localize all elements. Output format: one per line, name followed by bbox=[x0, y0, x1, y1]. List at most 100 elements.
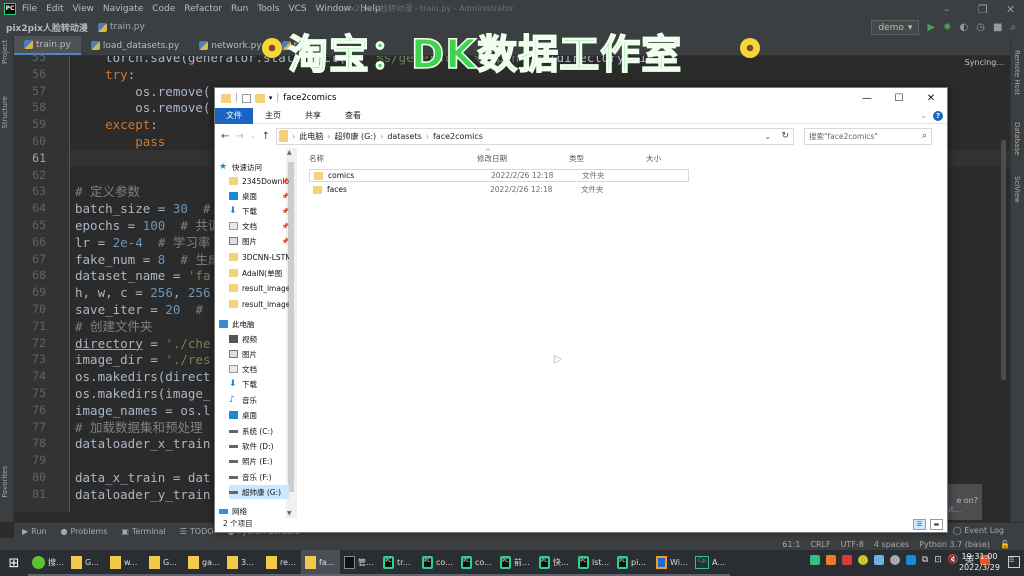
tool-tab-run[interactable]: ▶ Run bbox=[22, 527, 47, 536]
ribbon-tab-file[interactable]: 文件 bbox=[215, 107, 253, 124]
file-row[interactable]: faces 2022/2/26 12:18 文件夹 bbox=[309, 183, 689, 196]
scroll-up-icon[interactable]: ▲ bbox=[287, 149, 292, 156]
volume-muted-icon[interactable]: 🔇 bbox=[948, 555, 959, 565]
new-folder-icon[interactable] bbox=[254, 93, 265, 103]
nav-item[interactable]: 3DCNN-LSTM bbox=[229, 250, 289, 264]
menu-run[interactable]: Run bbox=[231, 4, 248, 14]
column-header-size[interactable]: 大小 bbox=[646, 153, 661, 164]
tray-window-icon[interactable]: ⧉ bbox=[922, 555, 928, 565]
close-icon[interactable]: ✕ bbox=[1006, 3, 1015, 16]
nav-item[interactable]: 2345Downloads📌 bbox=[229, 174, 289, 188]
recent-locations-icon[interactable]: ⌄ bbox=[250, 132, 256, 140]
taskbar-item[interactable]: G... bbox=[145, 550, 184, 576]
windows-start-icon[interactable]: ⊞ bbox=[0, 550, 28, 576]
back-arrow-icon[interactable]: ← bbox=[221, 131, 229, 142]
taskbar-item[interactable]: 管... bbox=[340, 550, 379, 576]
ribbon-tab-view[interactable]: 查看 bbox=[333, 108, 373, 124]
chevron-down-icon[interactable]: ⌄ bbox=[764, 132, 771, 141]
tray-app-icon[interactable] bbox=[873, 554, 884, 565]
remote-host-tool-tab[interactable]: Remote Host bbox=[1013, 50, 1021, 95]
address-bar[interactable]: › 此电脑 › 超帅康 (G:) › datasets › face2comic… bbox=[276, 127, 795, 145]
caret-position[interactable]: 61:1 bbox=[782, 540, 800, 549]
taskbar-clock[interactable]: 19:31:00 2022/3/29 bbox=[959, 551, 1000, 573]
tray-app-icon[interactable] bbox=[841, 554, 852, 565]
taskbar-item[interactable]: Wi... bbox=[652, 550, 691, 576]
project-tool-tab[interactable]: Project bbox=[1, 40, 9, 64]
details-view-icon[interactable]: ☰ bbox=[913, 519, 926, 530]
nav-item[interactable]: result_images bbox=[229, 281, 289, 295]
column-header-date[interactable]: 修改日期 bbox=[477, 153, 507, 164]
taskbar-item[interactable]: PC pi... bbox=[613, 550, 652, 576]
taskbar-item[interactable]: 3... bbox=[223, 550, 262, 576]
nav-item[interactable]: 此电脑 bbox=[219, 317, 289, 331]
address-segment[interactable]: face2comics bbox=[433, 132, 483, 141]
run-icon[interactable]: ▶ bbox=[927, 22, 935, 33]
minimize-icon[interactable]: – bbox=[944, 3, 950, 16]
nav-item[interactable]: 超帅康 (G:) bbox=[229, 485, 289, 499]
stop-icon[interactable]: ■ bbox=[993, 22, 1002, 33]
lock-icon[interactable]: 🔓 bbox=[1000, 540, 1010, 549]
nav-item[interactable]: 桌面 📌 bbox=[229, 189, 289, 203]
profile-icon[interactable]: ◷ bbox=[976, 22, 985, 33]
taskbar-item[interactable]: PC co... bbox=[418, 550, 457, 576]
tool-tab-problems[interactable]: ● Problems bbox=[61, 527, 108, 536]
taskbar-item[interactable]: Cp A... bbox=[691, 550, 730, 576]
ribbon-tab-share[interactable]: 共享 bbox=[293, 108, 333, 124]
run-config-select[interactable]: demo ▾ bbox=[871, 20, 920, 35]
ribbon-tab-home[interactable]: 主页 bbox=[253, 108, 293, 124]
editor-scrollbar[interactable] bbox=[1001, 140, 1006, 380]
nav-item[interactable]: 桌面 bbox=[229, 408, 289, 422]
tab-network-py[interactable]: network.py bbox=[189, 36, 271, 55]
nav-item[interactable]: ★ 快速访问 bbox=[219, 160, 289, 174]
nav-item[interactable]: ⬇ 下载 bbox=[229, 377, 289, 391]
quick-access-dropdown-icon[interactable]: ▾ bbox=[269, 94, 273, 102]
address-segment[interactable]: 超帅康 (G:) bbox=[334, 131, 376, 142]
help-icon[interactable]: ? bbox=[933, 111, 943, 121]
sciview-tool-tab[interactable]: SciView bbox=[1013, 176, 1021, 203]
tray-app-icon[interactable] bbox=[809, 554, 820, 565]
menu-edit[interactable]: Edit bbox=[46, 4, 63, 14]
explorer-close-icon[interactable]: ✕ bbox=[915, 88, 947, 108]
taskbar-item[interactable]: PC tr... bbox=[379, 550, 418, 576]
nav-item[interactable]: ♪ 音乐 bbox=[229, 393, 289, 407]
explorer-maximize-icon[interactable]: ☐ bbox=[883, 88, 915, 108]
indent-setting[interactable]: 4 spaces bbox=[874, 540, 909, 549]
favorites-tool-tab[interactable]: Favorites bbox=[1, 466, 9, 498]
menu-navigate[interactable]: Navigate bbox=[103, 4, 143, 14]
taskbar-item[interactable]: re... bbox=[262, 550, 301, 576]
tool-tab-todo[interactable]: ☰ TODO bbox=[180, 527, 214, 536]
action-center-icon[interactable]: ☰ bbox=[1008, 556, 1020, 568]
up-arrow-icon[interactable]: ↑ bbox=[262, 131, 270, 142]
debug-icon[interactable]: ✹ bbox=[943, 22, 951, 33]
file-encoding[interactable]: UTF-8 bbox=[841, 540, 864, 549]
large-icons-view-icon[interactable]: ▬ bbox=[930, 519, 943, 530]
explorer-minimize-icon[interactable]: — bbox=[851, 88, 883, 108]
ribbon-expand-icon[interactable]: ⌄ bbox=[920, 111, 927, 120]
column-header-name[interactable]: 名称 bbox=[309, 153, 324, 164]
nav-item[interactable]: result_images bbox=[229, 297, 289, 311]
search-icon[interactable]: ⌕ bbox=[1010, 22, 1016, 33]
taskbar-item[interactable]: PC 快... bbox=[535, 550, 574, 576]
nav-item[interactable]: 音乐 (F:) bbox=[229, 470, 289, 484]
taskbar-item[interactable]: 搜... bbox=[28, 550, 67, 576]
taskbar-item[interactable]: fa... bbox=[301, 550, 340, 576]
nav-item[interactable]: 图片 bbox=[229, 347, 289, 361]
tab-load-datasets-py[interactable]: load_datasets.py bbox=[81, 36, 189, 55]
event-log-button[interactable]: ◯ Event Log bbox=[953, 526, 1004, 535]
menu-tools[interactable]: Tools bbox=[257, 4, 279, 14]
nav-item[interactable]: 网络 bbox=[219, 504, 289, 518]
coverage-icon[interactable]: ◐ bbox=[959, 22, 968, 33]
search-input[interactable]: 搜索"face2comics" ⌕ bbox=[804, 127, 933, 145]
taskbar-item[interactable]: G... bbox=[67, 550, 106, 576]
menu-code[interactable]: Code bbox=[152, 4, 175, 14]
nav-item[interactable]: 文档 📌 bbox=[229, 219, 289, 233]
menu-refactor[interactable]: Refactor bbox=[184, 4, 222, 14]
taskbar-item[interactable]: w... bbox=[106, 550, 145, 576]
nav-item[interactable]: 文档 bbox=[229, 362, 289, 376]
maximize-icon[interactable]: ❐ bbox=[978, 3, 988, 16]
network-icon[interactable]: ⊡ bbox=[934, 555, 942, 565]
structure-tool-tab[interactable]: Structure bbox=[1, 96, 9, 129]
address-segment[interactable]: datasets bbox=[387, 132, 421, 141]
taskbar-item[interactable]: PC 前... bbox=[496, 550, 535, 576]
python-interpreter[interactable]: Python 3.7 (base) bbox=[919, 540, 990, 549]
